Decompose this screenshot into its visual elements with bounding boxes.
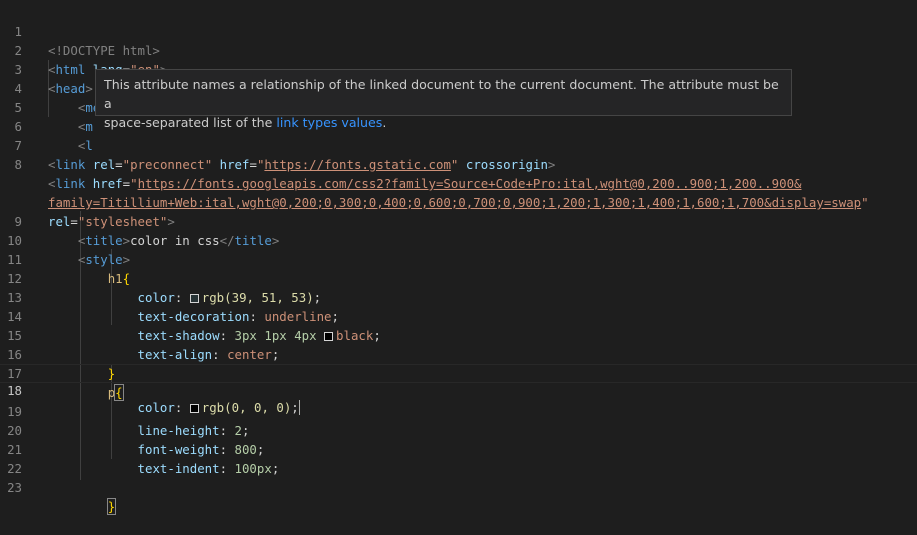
- code-line[interactable]: 20 font-weight: 800;: [0, 402, 917, 457]
- tooltip-text-line: space-separated list of the link types v…: [104, 115, 387, 130]
- code-line[interactable]: 14 text-shadow: 3px 1px 4px black;: [0, 288, 917, 343]
- code-line[interactable]: 8 <link href="https://fonts.googleapis.c…: [0, 136, 917, 191]
- code-editor[interactable]: 1 <!DOCTYPE html> 2 <html lang="en"> 3 <…: [0, 0, 917, 515]
- code-line[interactable]: 21 text-indent: 100px;: [0, 421, 917, 476]
- code-line[interactable]: 12 color: rgb(39, 51, 53);: [0, 250, 917, 305]
- code-line[interactable]: 11 h1{: [0, 231, 917, 286]
- code-line[interactable]: 23 }: [0, 459, 917, 515]
- code-line[interactable]: 3 <head>: [0, 41, 917, 96]
- tooltip-text-line: This attribute names a relationship of t…: [104, 77, 779, 111]
- code-line[interactable]: 19 line-height: 2;: [0, 383, 917, 438]
- code-line-wrapped[interactable]: rel="stylesheet">: [0, 174, 917, 229]
- code-line[interactable]: 22: [0, 440, 917, 476]
- code-line[interactable]: 13 text-decoration: underline;: [0, 269, 917, 324]
- code-line[interactable]: 15 text-align: center;: [0, 307, 917, 362]
- line-number: 23: [7, 480, 22, 495]
- code-line-current[interactable]: 18 color: rgb(0, 0, 0);: [0, 364, 917, 415]
- code-line[interactable]: 17 p{: [0, 345, 917, 401]
- code-line[interactable]: 10 <style>: [0, 212, 917, 267]
- code-line[interactable]: 1 <!DOCTYPE html>: [0, 3, 917, 58]
- link-types-link[interactable]: link types values: [276, 115, 382, 130]
- code-line[interactable]: 9 <title>color in css</title>: [0, 193, 917, 248]
- code-line[interactable]: 2 <html lang="en">: [0, 22, 917, 77]
- code-line-wrapped[interactable]: family=Titillium+Web:ital,wght@0,200;0,3…: [0, 155, 917, 210]
- hover-tooltip: This attribute names a relationship of t…: [95, 69, 792, 130]
- code-line[interactable]: 16 }: [0, 326, 917, 381]
